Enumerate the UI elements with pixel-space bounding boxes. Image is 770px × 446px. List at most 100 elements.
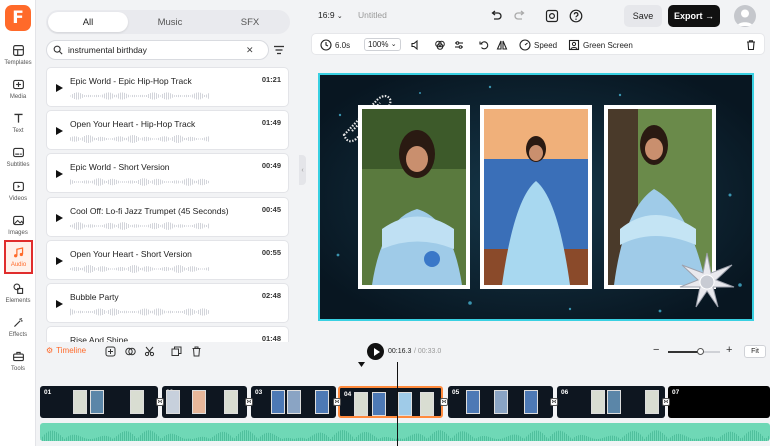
- green-screen-control[interactable]: Green Screen: [568, 38, 633, 52]
- tab-music[interactable]: Music: [130, 10, 210, 34]
- play-icon[interactable]: [56, 300, 63, 308]
- photo-frame-left[interactable]: [358, 105, 470, 289]
- duration-control[interactable]: 6.0s: [320, 38, 350, 52]
- aspect-ratio-select[interactable]: 16:9 ⌄: [318, 10, 343, 20]
- waveform: [70, 308, 209, 316]
- delete-icon[interactable]: [745, 38, 757, 52]
- rail-images[interactable]: Images: [2, 210, 34, 242]
- save-button[interactable]: Save: [624, 5, 662, 27]
- clip-thumbnail: [354, 392, 368, 416]
- color-adjust-icon[interactable]: [434, 38, 446, 52]
- audio-track-item[interactable]: Bubble Party 02:48: [46, 283, 289, 323]
- play-button[interactable]: [367, 343, 384, 360]
- avatar[interactable]: [734, 5, 756, 27]
- redo-icon[interactable]: [513, 9, 527, 23]
- effects-icon: [11, 315, 26, 330]
- timeline-clip[interactable]: 05: [448, 386, 553, 418]
- zoom-in-button[interactable]: +: [726, 344, 732, 356]
- help-icon[interactable]: [569, 9, 583, 23]
- app-logo[interactable]: F: [5, 5, 31, 31]
- document-name[interactable]: Untitled: [358, 10, 387, 20]
- audio-track-item[interactable]: Open Your Heart - Hip-Hop Track 01:49: [46, 110, 289, 150]
- rail-videos[interactable]: Videos: [2, 176, 34, 208]
- clip-thumbnail: [224, 390, 238, 414]
- transition-icon[interactable]: ⋈: [333, 398, 341, 406]
- play-icon[interactable]: [56, 84, 63, 92]
- rotate-icon[interactable]: [478, 38, 490, 52]
- track-duration: 00:45: [261, 205, 281, 214]
- waveform: [70, 92, 209, 100]
- timeline-clip[interactable]: 01: [40, 386, 158, 418]
- rail-label: Elements: [5, 298, 31, 304]
- transition-icon[interactable]: ⋈: [662, 398, 670, 406]
- rail-tools[interactable]: Tools: [2, 346, 34, 378]
- speed-control[interactable]: Speed: [519, 38, 557, 52]
- audio-track-item[interactable]: Epic World - Epic Hip-Hop Track 01:21: [46, 67, 289, 107]
- audio-track-item[interactable]: Epic World - Short Version 00:49: [46, 153, 289, 193]
- zoom-select[interactable]: 100% ⌄: [364, 37, 401, 51]
- timeline-clip[interactable]: 02: [162, 386, 247, 418]
- audio-track-item[interactable]: Open Your Heart - Short Version 00:55: [46, 240, 289, 280]
- fit-button[interactable]: Fit: [744, 345, 766, 358]
- play-icon[interactable]: [56, 214, 63, 222]
- clip-thumbnail: [166, 390, 180, 414]
- playhead[interactable]: [397, 362, 398, 446]
- filter-icon[interactable]: [272, 43, 286, 57]
- photo-frame-center[interactable]: [480, 105, 592, 289]
- play-icon[interactable]: [56, 257, 63, 265]
- track-duration: 00:49: [261, 161, 281, 170]
- rail-effects[interactable]: Effects: [2, 312, 34, 344]
- rail-templates[interactable]: Templates: [2, 40, 34, 72]
- screenshot-icon[interactable]: [545, 9, 559, 23]
- zoom-out-button[interactable]: −: [653, 344, 659, 356]
- transition-icon[interactable]: ⋈: [245, 398, 253, 406]
- rail-label: Tools: [10, 366, 25, 372]
- diamond-star-sticker[interactable]: [678, 251, 736, 309]
- transition-icon[interactable]: ⋈: [156, 398, 164, 406]
- undo-icon[interactable]: [489, 9, 503, 23]
- transition-icon[interactable]: ⋈: [440, 398, 448, 406]
- duplicate-icon[interactable]: [171, 346, 182, 357]
- add-clip-icon[interactable]: [105, 346, 116, 357]
- split-view-icon[interactable]: [125, 346, 136, 357]
- timeline-zoom-slider[interactable]: [668, 348, 720, 355]
- video-canvas[interactable]: [318, 73, 754, 321]
- scissors-icon[interactable]: [144, 346, 155, 357]
- audio-track[interactable]: [40, 423, 770, 441]
- play-icon[interactable]: [56, 127, 63, 135]
- clear-search-icon[interactable]: ✕: [246, 45, 254, 56]
- rail-media[interactable]: Media: [2, 74, 34, 106]
- rail-elements[interactable]: Elements: [2, 278, 34, 310]
- search-input[interactable]: [68, 45, 238, 55]
- timeline-toggle[interactable]: ⚙ Timeline: [46, 346, 86, 355]
- rail-subtitles[interactable]: Subtitles: [2, 142, 34, 174]
- timeline-clip[interactable]: 03: [251, 386, 336, 418]
- tab-sfx[interactable]: SFX: [210, 10, 290, 34]
- export-label: Export: [673, 11, 703, 21]
- top-bar: 16:9 ⌄ Untitled Save Export →: [306, 0, 770, 32]
- collapse-panel-handle[interactable]: ‹: [299, 155, 306, 185]
- play-icon[interactable]: [56, 170, 63, 178]
- adjust-sliders-icon[interactable]: [453, 38, 465, 52]
- zoom-slider-handle[interactable]: [696, 348, 704, 355]
- duration-value: 6.0s: [335, 40, 351, 50]
- timeline-clip-selected[interactable]: 04: [338, 386, 443, 418]
- audio-track-item[interactable]: Rise And Shine 01:48: [46, 326, 289, 345]
- rail-label: Audio: [10, 262, 27, 268]
- clip-thumbnail: [420, 392, 434, 416]
- timeline-clip[interactable]: 06: [557, 386, 665, 418]
- volume-icon[interactable]: [410, 38, 422, 52]
- speed-icon: [519, 39, 531, 51]
- clip-thumbnail: [645, 390, 659, 414]
- transition-icon[interactable]: ⋈: [550, 398, 558, 406]
- clip-thumbnail: [73, 390, 87, 414]
- timeline-clip[interactable]: 07: [668, 386, 770, 418]
- clip-thumbnail: [315, 390, 329, 414]
- flip-icon[interactable]: [496, 38, 508, 52]
- trash-icon[interactable]: [191, 346, 202, 357]
- tab-all[interactable]: All: [48, 12, 128, 32]
- export-button[interactable]: Export →: [668, 5, 720, 27]
- rail-text[interactable]: Text: [2, 108, 34, 140]
- rail-audio[interactable]: Audio: [4, 240, 33, 274]
- audio-track-item[interactable]: Cool Off: Lo-fi Jazz Trumpet (45 Seconds…: [46, 197, 289, 237]
